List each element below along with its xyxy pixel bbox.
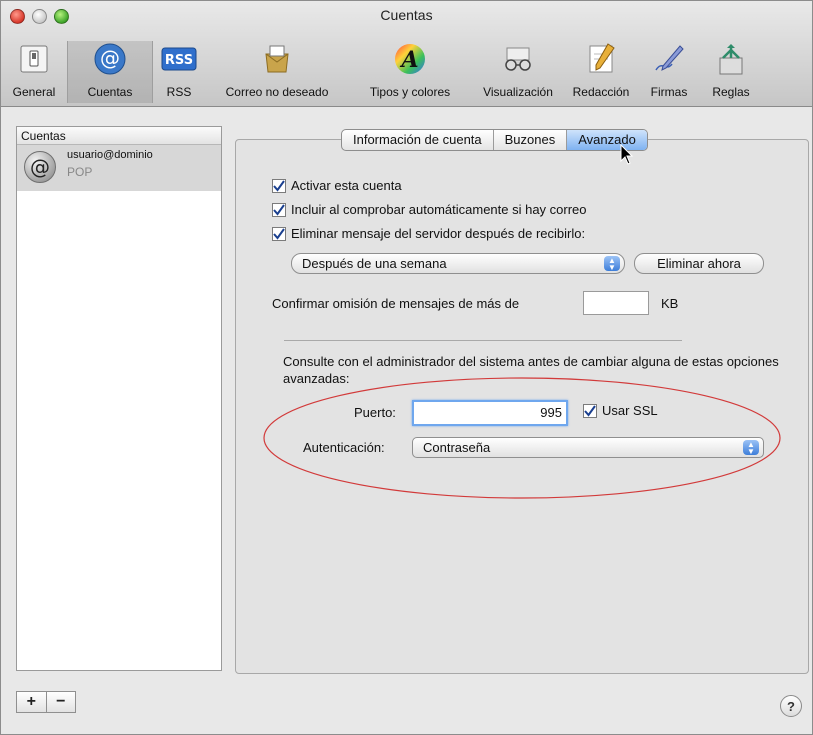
junk-mail-icon — [259, 41, 295, 77]
enable-account-option[interactable]: Activar esta cuenta — [272, 178, 402, 193]
fonts-colors-icon: A — [392, 41, 428, 77]
auth-value: Contraseña — [423, 440, 491, 455]
confirm-skip-label: Confirmar omisión de mensajes de más de — [272, 296, 520, 311]
account-email: usuario@dominio — [67, 149, 153, 161]
include-auto-check-option[interactable]: Incluir al comprobar automáticamente si … — [272, 202, 587, 217]
auth-popup[interactable]: Contraseña ▲ ▼ — [412, 437, 764, 458]
tab-informacion-de-cuenta[interactable]: Información de cuenta — [342, 130, 493, 150]
toolbar-tipos-y-colores[interactable]: A Tipos y colores — [351, 41, 469, 103]
popup-arrows-icon: ▲ ▼ — [604, 256, 620, 272]
toolbar-firmas-label: Firmas — [650, 85, 688, 99]
toolbar-correo-no-deseado-label: Correo no deseado — [225, 85, 329, 99]
toolbar-general[interactable]: General — [3, 41, 65, 103]
title-bar: Cuentas General @ Cuentas RSS RSS Correo… — [1, 1, 812, 107]
confirm-skip-unit: KB — [661, 296, 679, 311]
toolbar-tipos-y-colores-label: Tipos y colores — [369, 85, 451, 99]
use-ssl-option[interactable]: Usar SSL — [583, 403, 658, 418]
remove-from-server-checkbox[interactable] — [272, 226, 286, 241]
general-switch-icon — [16, 41, 52, 77]
toolbar-reglas[interactable]: Reglas — [701, 41, 761, 103]
rules-icon — [713, 41, 749, 77]
tab-buzones[interactable]: Buzones — [492, 130, 567, 150]
account-row[interactable]: @ usuario@dominio POP — [17, 145, 221, 191]
composing-pencil-icon — [583, 41, 619, 77]
help-button[interactable]: ? — [780, 695, 802, 717]
popup-arrows-icon: ▲ ▼ — [743, 440, 759, 456]
toolbar-redaccion[interactable]: Redacción — [565, 41, 637, 103]
remove-after-value: Después de una semana — [302, 256, 447, 271]
add-remove-account-control: + − — [16, 691, 76, 713]
signature-pen-icon — [651, 41, 687, 77]
use-ssl-label: Usar SSL — [602, 403, 658, 418]
account-at-glyph: @ — [30, 155, 50, 179]
include-auto-check-label: Incluir al comprobar automáticamente si … — [291, 202, 587, 217]
tab-avanzado[interactable]: Avanzado — [566, 130, 647, 150]
remove-after-popup[interactable]: Después de una semana ▲ ▼ — [291, 253, 625, 274]
toolbar-firmas[interactable]: Firmas — [639, 41, 699, 103]
remove-now-button[interactable]: Eliminar ahora — [634, 253, 764, 274]
toolbar-reglas-label: Reglas — [712, 85, 750, 99]
remove-from-server-option[interactable]: Eliminar mensaje del servidor después de… — [272, 226, 585, 241]
rss-icon: RSS — [161, 41, 197, 77]
add-account-button[interactable]: + — [17, 692, 46, 712]
port-field[interactable]: 995 — [412, 400, 568, 426]
port-label: Puerto: — [354, 405, 396, 420]
toolbar-cuentas-label: Cuentas — [87, 85, 133, 99]
toolbar-visualizacion-label: Visualización — [483, 85, 553, 99]
at-sign-icon: @ — [92, 41, 128, 77]
enable-account-checkbox[interactable] — [272, 178, 286, 193]
preferences-window: Cuentas General @ Cuentas RSS RSS Correo… — [0, 0, 813, 735]
svg-text:A: A — [399, 47, 418, 73]
toolbar-rss-label: RSS — [166, 85, 192, 99]
toolbar-rss[interactable]: RSS RSS — [155, 41, 203, 103]
accounts-list: Cuentas @ usuario@dominio POP — [16, 126, 222, 671]
toolbar-redaccion-label: Redacción — [572, 85, 630, 99]
toolbar-general-label: General — [12, 85, 56, 99]
account-tabs: Información de cuenta Buzones Avanzado — [341, 129, 648, 151]
toolbar-correo-no-deseado[interactable]: Correo no deseado — [207, 41, 347, 103]
include-auto-check-checkbox[interactable] — [272, 202, 286, 217]
separator — [284, 340, 682, 341]
remove-account-button[interactable]: − — [45, 692, 76, 712]
toolbar-visualizacion[interactable]: Visualización — [473, 41, 563, 103]
svg-text:RSS: RSS — [165, 53, 193, 68]
account-at-icon: @ — [24, 151, 56, 183]
toolbar-cuentas[interactable]: @ Cuentas — [67, 41, 153, 103]
enable-account-label: Activar esta cuenta — [291, 178, 402, 193]
remove-from-server-label: Eliminar mensaje del servidor después de… — [291, 226, 586, 241]
confirm-skip-size-field[interactable] — [583, 291, 649, 315]
advanced-note: Consulte con el administrador del sistem… — [283, 354, 779, 386]
accounts-list-header: Cuentas — [17, 127, 221, 145]
svg-text:@: @ — [100, 46, 120, 70]
account-type: POP — [67, 165, 93, 179]
window-title: Cuentas — [380, 7, 433, 23]
viewing-glasses-icon — [500, 41, 536, 77]
use-ssl-checkbox[interactable] — [583, 403, 597, 418]
auth-label: Autenticación: — [303, 440, 385, 455]
